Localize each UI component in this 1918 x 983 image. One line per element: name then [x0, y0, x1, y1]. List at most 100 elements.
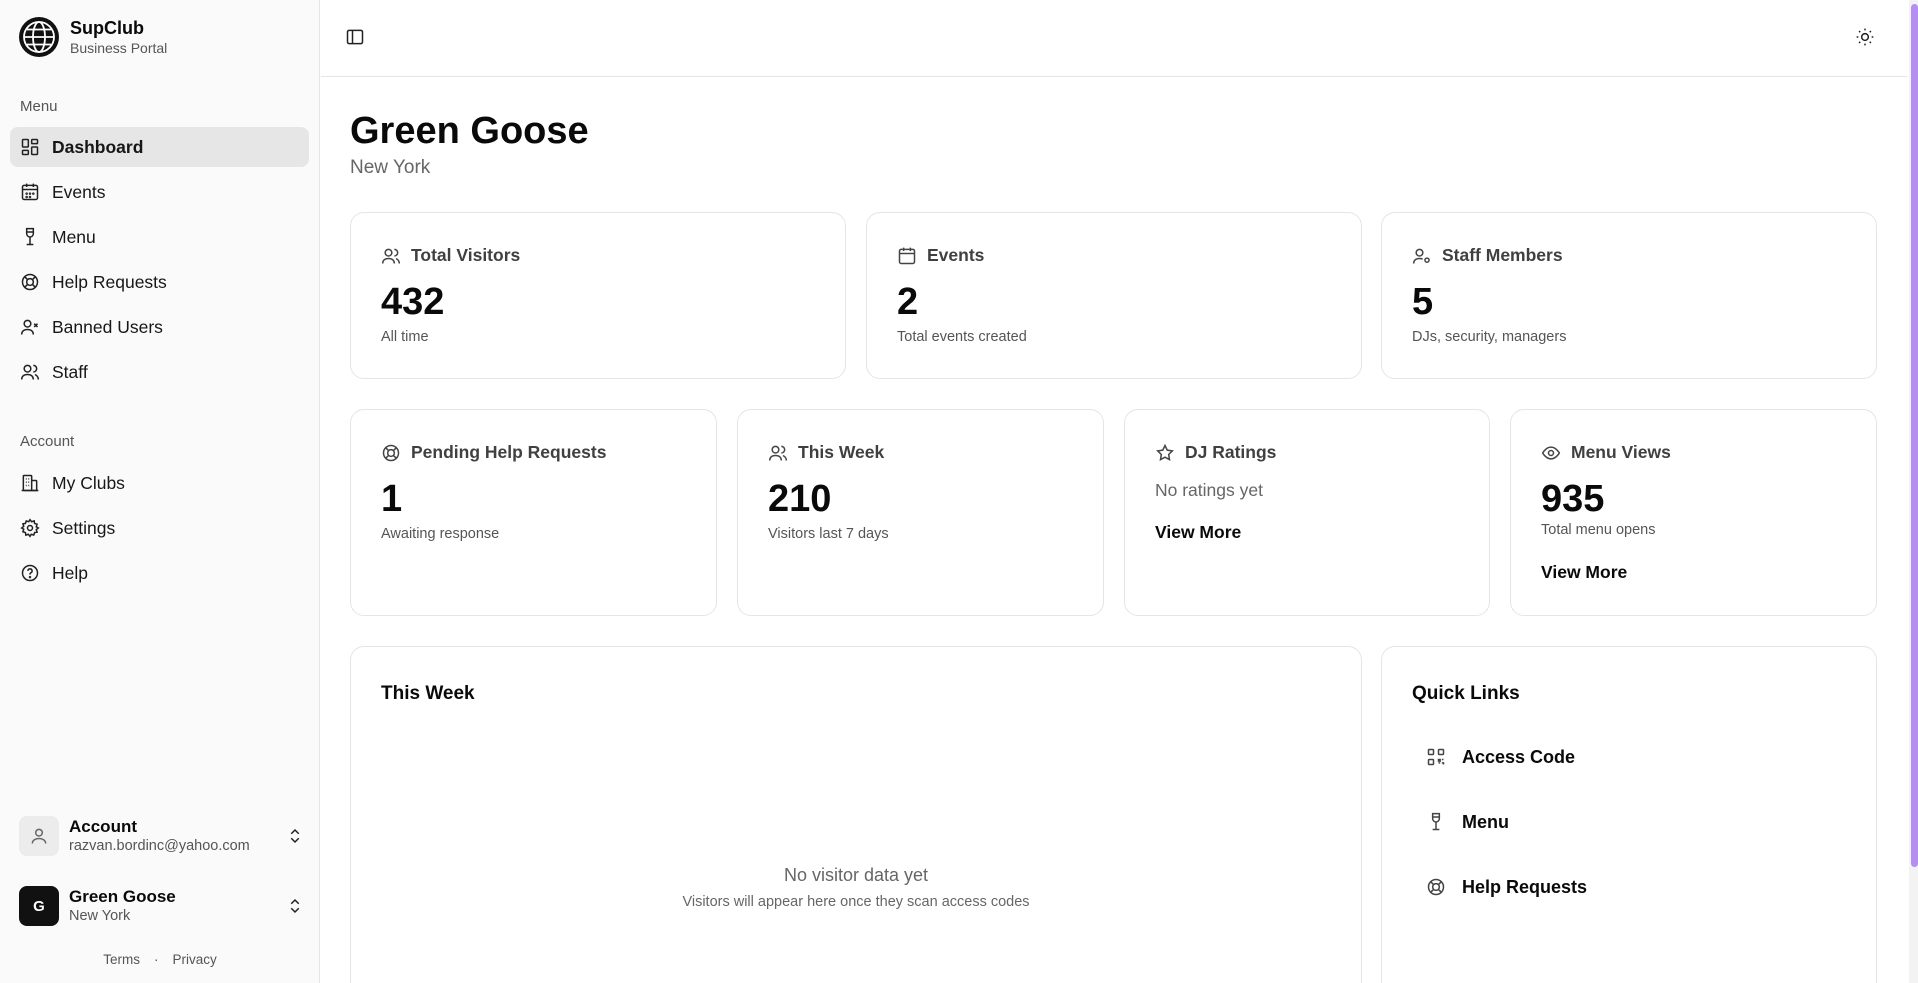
stat-card-dj-ratings: DJ Ratings No ratings yet View More	[1124, 409, 1490, 616]
panel-title: This Week	[381, 683, 475, 704]
lifebuoy-icon	[382, 444, 400, 461]
account-section-label: Account	[20, 433, 75, 450]
sidebar-toggle-button[interactable]	[339, 21, 371, 53]
stat-card-staff-members: Staff Members 5 DJs, security, managers	[1381, 212, 1877, 379]
stat-value: 1	[381, 478, 403, 520]
stat-card-menu-views: Menu Views 935 Total menu opens View Mor…	[1510, 409, 1877, 616]
club-switcher[interactable]: G Green Goose New York	[19, 884, 304, 928]
brand-name: SupClub	[70, 17, 144, 38]
users-icon	[20, 364, 40, 380]
stat-value: 432	[381, 281, 445, 323]
quick-link-access-code[interactable]: Access Code	[1412, 735, 1842, 779]
calendar-icon	[21, 183, 39, 201]
sidebar-item-label: Staff	[52, 361, 88, 382]
account-title: Account	[69, 817, 137, 836]
stat-description: All time	[381, 329, 429, 345]
sidebar-item-events[interactable]: Events	[10, 172, 309, 212]
quick-link-menu[interactable]: Menu	[1412, 800, 1842, 844]
sidebar-item-staff[interactable]: Staff	[10, 352, 309, 392]
help-circle-icon	[21, 564, 39, 582]
user-x-icon	[20, 319, 39, 335]
qr-code-icon	[1427, 748, 1445, 766]
sidebar-item-settings[interactable]: Settings	[10, 508, 309, 548]
dj-ratings-view-more-link[interactable]: View More	[1155, 522, 1241, 543]
brand[interactable]: SupClub Business Portal	[19, 17, 167, 57]
wine-glass-icon	[1431, 812, 1441, 831]
menu-views-view-more-link[interactable]: View More	[1541, 562, 1627, 583]
panel-left-icon	[346, 29, 364, 45]
globe-logo-icon	[19, 17, 59, 57]
gear-icon	[20, 518, 40, 538]
terms-link[interactable]: Terms	[103, 952, 140, 967]
main-nav: Dashboard Events Menu Help Requests Bann…	[10, 127, 309, 397]
stat-card-this-week: This Week 210 Visitors last 7 days	[737, 409, 1104, 616]
menu-section-label: Menu	[20, 98, 58, 115]
theme-toggle-button[interactable]	[1849, 21, 1881, 53]
calendar-icon	[898, 247, 916, 264]
stat-card-pending-help-requests: Pending Help Requests 1 Awaiting respons…	[350, 409, 717, 616]
club-location: New York	[69, 908, 131, 924]
quick-link-label: Menu	[1462, 811, 1509, 832]
sidebar-item-label: My Clubs	[52, 472, 125, 493]
users-icon	[768, 445, 788, 461]
no-ratings-note: No ratings yet	[1155, 480, 1263, 500]
empty-state-subtitle: Visitors will appear here once they scan…	[682, 894, 1030, 910]
user-icon	[31, 828, 47, 844]
lifebuoy-icon	[21, 273, 39, 291]
stat-description: Total events created	[897, 329, 1027, 345]
sidebar-item-menu[interactable]: Menu	[10, 217, 309, 257]
account-email: razvan.bordinc@yahoo.com	[69, 838, 250, 854]
footer-links: Terms · Privacy	[0, 952, 320, 967]
club-title: Green Goose	[69, 887, 176, 906]
stat-description: Awaiting response	[381, 526, 500, 542]
scrollbar-thumb[interactable]	[1911, 4, 1918, 867]
empty-state-title: No visitor data yet	[783, 865, 929, 885]
stat-label: This Week	[798, 442, 885, 462]
stat-label: DJ Ratings	[1185, 442, 1277, 462]
sidebar-item-help-requests[interactable]: Help Requests	[10, 262, 309, 302]
stat-value: 210	[768, 478, 832, 520]
sidebar-item-help[interactable]: Help	[10, 553, 309, 593]
stat-value: 2	[897, 281, 919, 323]
sidebar-item-label: Dashboard	[52, 136, 144, 157]
chevrons-up-down-icon	[290, 828, 300, 844]
stat-value: 5	[1412, 281, 1434, 323]
brand-subtitle: Business Portal	[70, 39, 168, 56]
club-avatar: G	[19, 886, 59, 926]
quick-link-help-requests[interactable]: Help Requests	[1412, 865, 1842, 909]
star-icon	[1156, 443, 1174, 461]
page-subtitle: New York	[350, 157, 431, 178]
stat-label: Pending Help Requests	[411, 442, 607, 462]
sidebar-item-banned-users[interactable]: Banned Users	[10, 307, 309, 347]
panel-title: Quick Links	[1412, 683, 1520, 704]
lifebuoy-icon	[1427, 878, 1445, 896]
sidebar: SupClub Business Portal Menu Dashboard E…	[0, 0, 320, 983]
account-switcher[interactable]: Account razvan.bordinc@yahoo.com	[19, 814, 304, 858]
user-cog-icon	[1412, 248, 1430, 264]
eye-icon	[1541, 445, 1561, 460]
topbar	[321, 0, 1907, 77]
quick-link-label: Access Code	[1462, 746, 1576, 767]
wine-glass-icon	[25, 227, 35, 246]
sidebar-item-label: Help Requests	[52, 271, 167, 292]
privacy-link[interactable]: Privacy	[172, 952, 216, 967]
sidebar-item-label: Settings	[52, 517, 116, 538]
sun-icon	[1856, 28, 1874, 46]
stat-label: Staff Members	[1442, 245, 1563, 265]
stat-label: Menu Views	[1571, 442, 1671, 462]
stat-card-total-visitors: Total Visitors 432 All time	[350, 212, 846, 379]
page-title: Green Goose	[350, 110, 589, 152]
this-week-panel: This Week No visitor data yet Visitors w…	[350, 646, 1362, 983]
account-nav: My Clubs Settings Help	[10, 463, 309, 598]
quick-links-panel: Quick Links Access Code Menu Help Reques…	[1381, 646, 1877, 983]
sidebar-item-my-clubs[interactable]: My Clubs	[10, 463, 309, 503]
sidebar-item-dashboard[interactable]: Dashboard	[10, 127, 309, 167]
stat-description: Visitors last 7 days	[768, 526, 889, 542]
footer-separator: ·	[153, 952, 159, 967]
stat-label: Events	[927, 245, 985, 265]
stat-description: Total menu opens	[1541, 522, 1656, 538]
sidebar-item-label: Help	[52, 562, 88, 583]
stat-card-events: Events 2 Total events created	[866, 212, 1362, 379]
chevrons-up-down-icon	[290, 898, 300, 914]
sidebar-item-label: Banned Users	[52, 316, 163, 337]
